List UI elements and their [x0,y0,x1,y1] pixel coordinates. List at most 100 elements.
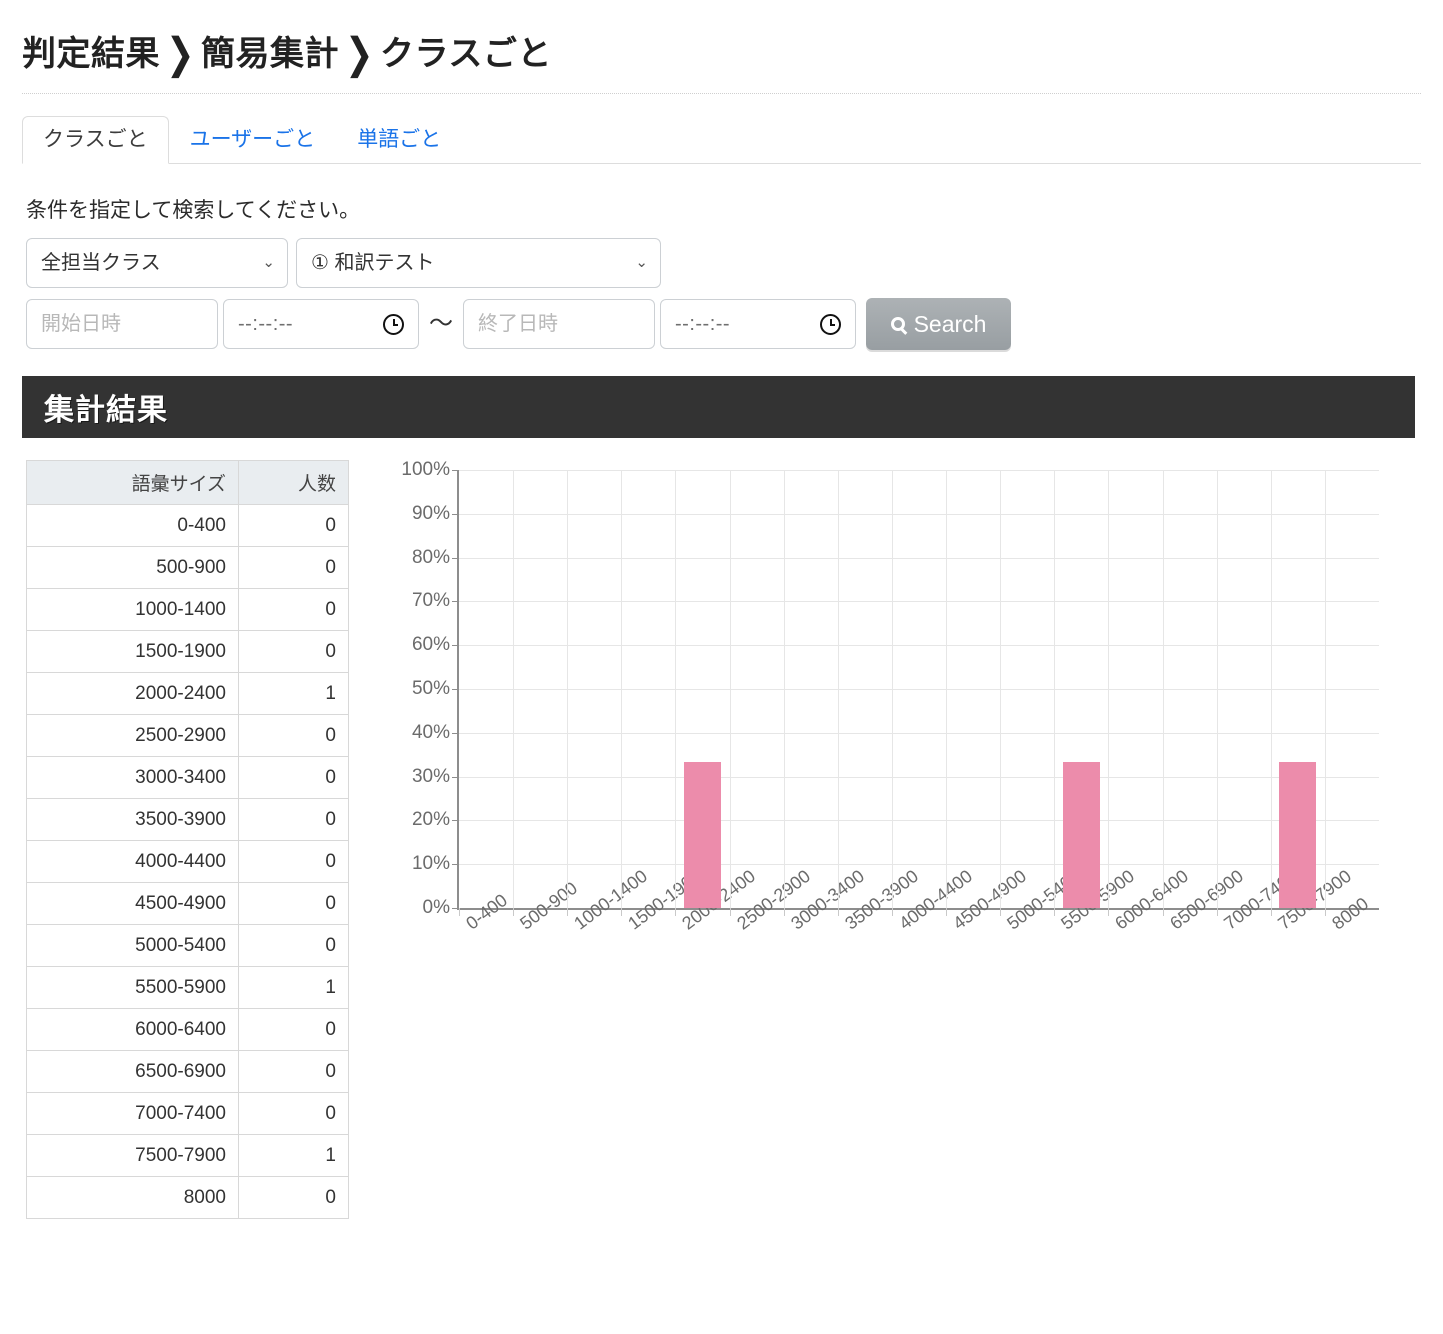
cell-count: 0 [238,1176,349,1219]
chart-bar [1279,762,1317,908]
cell-vocab-size: 0-400 [26,504,239,547]
table-header-row: 語彙サイズ 人数 [26,460,349,505]
chart-y-axis-label: 30% [411,765,450,787]
column-header-count: 人数 [238,460,349,505]
chart-x-axis-label: 500-900 [516,877,582,934]
cell-vocab-size: 7000-7400 [26,1092,239,1135]
chart-x-tick [1324,908,1326,916]
chart-plot-area: 0% 10% 20% 30% 40% 50% 60% 70% 80% 90% 100% 0-400 50… [401,459,1379,934]
chart-x-tick [1108,908,1110,916]
chart-gridline-horizontal [459,645,1379,647]
cell-count: 0 [238,840,349,883]
end-time-value: --:--:-- [675,312,731,335]
chart-gridline-vertical [675,470,677,908]
chart-x-tick [1162,908,1164,916]
column-header-vocab-size: 語彙サイズ [26,460,239,505]
chart-gridline-horizontal [459,820,1379,822]
table-row: 1000-1400 0 [26,588,349,631]
breadcrumb-separator-icon: ❯ [166,30,195,78]
cell-count: 0 [238,504,349,547]
table-row: 1500-1900 0 [26,630,349,673]
table-row: 6000-6400 0 [26,1008,349,1051]
distribution-chart: 0% 10% 20% 30% 40% 50% 60% 70% 80% 90% 100% 0-400 50… [391,459,1401,990]
cell-count: 0 [238,798,349,841]
cell-vocab-size: 2000-2400 [26,672,239,715]
cell-count: 0 [238,756,349,799]
chart-gridline-vertical [891,470,893,908]
cell-vocab-size: 4500-4900 [26,882,239,925]
search-selects-row: 全担当クラス ⌄ ① 和訳テスト ⌄ [26,238,1443,288]
table-row: 5000-5400 0 [26,924,349,967]
cell-vocab-size: 1000-1400 [26,588,239,631]
table-row: 3500-3900 0 [26,798,349,841]
cell-count: 1 [238,672,349,715]
cell-vocab-size: 6500-6900 [26,1050,239,1093]
cell-count: 1 [238,966,349,1009]
chart-gridline-horizontal [459,776,1379,778]
breadcrumb-item-3: クラスごと [380,35,552,73]
tab-bar: クラスごと ユーザーごと 単語ごと [22,116,1421,164]
chart-y-axis-label: 70% [411,590,450,612]
table-row: 5500-5900 1 [26,966,349,1009]
end-time-input[interactable]: --:--:-- [660,299,856,349]
table-row: 500-900 0 [26,546,349,589]
tab-class[interactable]: クラスごと [22,116,169,164]
result-content: 語彙サイズ 人数 0-400 0 500-900 0 1000-1400 0 1500-19… [0,459,1443,1219]
result-banner: 集計結果 [22,376,1415,438]
breadcrumb-item-2: 簡易集計 [201,35,339,73]
tab-word[interactable]: 単語ごと [336,116,462,164]
chart-x-tick [1216,908,1218,916]
chart-x-tick [1270,908,1272,916]
search-datetime-row: --:--:-- ～ --:--:-- Search [26,298,1443,350]
cell-vocab-size: 8000 [26,1176,239,1219]
clock-icon [820,313,841,335]
cell-count: 0 [238,1092,349,1135]
chart-gridline-vertical [621,470,623,908]
table-row: 2000-2400 1 [26,672,349,715]
chart-gridline-vertical [1216,470,1218,908]
chart-bar [1062,762,1100,908]
cell-count: 0 [238,1008,349,1051]
chart-gridline-vertical [567,470,569,908]
cell-count: 0 [238,588,349,631]
chart-x-tick [891,908,893,916]
chart-x-tick [513,908,515,916]
start-time-input[interactable]: --:--:-- [223,299,419,349]
cell-vocab-size: 3000-3400 [26,756,239,799]
chart-gridline-vertical [783,470,785,908]
start-time-value: --:--:-- [238,312,294,335]
class-select[interactable]: 全担当クラス [26,238,288,288]
chart-gridline-vertical [513,470,515,908]
cell-vocab-size: 3500-3900 [26,798,239,841]
title-divider [22,93,1421,94]
chart-y-axis-label: 80% [411,546,450,568]
search-button[interactable]: Search [866,298,1011,350]
chart-x-tick [567,908,569,916]
cell-vocab-size: 7500-7900 [26,1134,239,1177]
chart-gridline-vertical [1000,470,1002,908]
chart-y-axis-label: 90% [411,502,450,524]
chart-gridline-vertical [1270,470,1272,908]
breadcrumb-item-1: 判定結果 [22,35,160,73]
cell-vocab-size: 5500-5900 [26,966,239,1009]
chart-gridline-vertical [1162,470,1164,908]
end-date-input[interactable] [463,299,655,349]
chart-gridline-vertical [1108,470,1110,908]
chart-gridline-horizontal [459,732,1379,734]
test-select[interactable]: ① 和訳テスト [296,238,661,288]
table-row: 0-400 0 [26,504,349,547]
chart-y-axis-label: 40% [411,721,450,743]
table-row: 4500-4900 0 [26,882,349,925]
cell-vocab-size: 500-900 [26,546,239,589]
table-row: 6500-6900 0 [26,1050,349,1093]
chart-x-tick [1000,908,1002,916]
chart-x-tick [837,908,839,916]
table-row: 7000-7400 0 [26,1092,349,1135]
tab-user[interactable]: ユーザーごと [169,116,337,164]
table-row: 4000-4400 0 [26,840,349,883]
chart-x-tick [729,908,731,916]
chart-gridline-horizontal [459,689,1379,690]
start-date-input[interactable] [26,299,218,349]
cell-count: 0 [238,546,349,589]
breadcrumb-separator-icon: ❯ [345,30,374,78]
